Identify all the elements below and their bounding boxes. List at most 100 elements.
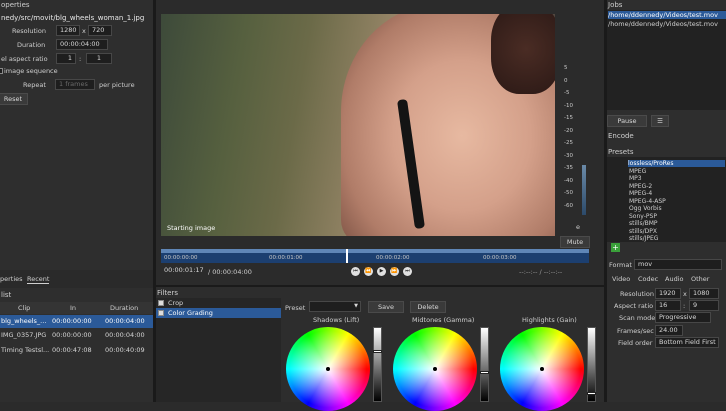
enc-aspect-b-field[interactable]: 9: [689, 300, 719, 311]
slider-handle[interactable]: [373, 350, 382, 353]
tab-codec[interactable]: Codec: [638, 275, 658, 283]
playlist-panel: list Clip In Duration blg_wheels_... 00:0…: [0, 288, 153, 402]
filter-checkbox[interactable]: [158, 300, 164, 306]
meter-tick: -35: [564, 165, 573, 171]
filter-item-color-grading[interactable]: Color Grading: [156, 308, 281, 318]
jobs-title: Jobs: [608, 1, 623, 9]
aspect-a-field[interactable]: 1: [56, 53, 76, 64]
add-preset-icon[interactable]: +: [611, 243, 620, 252]
tab-recent[interactable]: Recent: [27, 275, 50, 284]
resolution-label: Resolution: [12, 27, 46, 35]
meter-bar: [582, 165, 586, 215]
wheel-label-shadows: Shadows (Lift): [313, 316, 360, 324]
save-button[interactable]: Save: [368, 301, 404, 313]
resolution-width-field[interactable]: 1280: [56, 25, 80, 36]
preset-item[interactable]: Sony-PSP: [629, 213, 657, 220]
properties-panel: operties nedy/src/movit/blg_wheels_woman…: [0, 0, 153, 270]
field-order-label: Field order: [618, 339, 653, 347]
enc-res-w-field[interactable]: 1920: [655, 288, 681, 299]
playhead[interactable]: [346, 249, 348, 263]
fps-field[interactable]: 24.00: [655, 325, 683, 336]
reset-button[interactable]: Reset: [0, 93, 28, 105]
per-picture-label: per picture: [99, 81, 135, 89]
format-field[interactable]: mov: [634, 259, 722, 270]
photo-hair: [491, 14, 555, 94]
wheel-center-dot[interactable]: [433, 367, 437, 371]
jobs-menu-icon[interactable]: ☰: [651, 115, 669, 127]
meter-tick: -15: [564, 115, 573, 121]
repeat-field[interactable]: 1 frames: [55, 79, 95, 90]
slider-handle[interactable]: [587, 392, 596, 395]
duration-label: Duration: [17, 41, 46, 49]
aspect-b-field[interactable]: 1: [86, 53, 112, 64]
ruler-label: 00:00:00:00: [164, 255, 198, 261]
meter-tick: -10: [564, 102, 573, 109]
transport-controls: ⏮ ⏪ ▶ ⏩ ⏭: [351, 266, 421, 278]
total-time: / 00:00:04:00: [208, 268, 252, 276]
meter-tick: -5: [564, 90, 570, 96]
playlist-row[interactable]: blg_wheels_... 00:00:00:00 00:00:04:00: [0, 315, 153, 328]
enc-res-x: x: [683, 290, 687, 298]
skip-previous-icon[interactable]: ⏮: [351, 267, 360, 276]
enc-aspect-label: Aspect ratio: [614, 302, 654, 310]
preset-item[interactable]: MPEG: [629, 168, 646, 175]
color-wheel[interactable]: [500, 327, 584, 411]
filter-checkbox[interactable]: [158, 310, 164, 316]
image-sequence-checkbox[interactable]: [0, 68, 3, 74]
job-item[interactable]: /home/ddennedy/Videos/test.mov: [608, 11, 726, 19]
enc-aspect-a-field[interactable]: 16: [655, 300, 681, 311]
current-time-field[interactable]: 00:00:01:17: [161, 266, 205, 277]
enc-res-h-field[interactable]: 1080: [689, 288, 719, 299]
preset-item[interactable]: Ogg Vorbis: [629, 205, 662, 212]
wheel-center-dot[interactable]: [540, 367, 544, 371]
pause-button[interactable]: Pause: [607, 115, 647, 127]
preset-item[interactable]: MPEG-4: [629, 190, 652, 197]
skip-next-icon[interactable]: ⏭: [403, 267, 412, 276]
preset-item[interactable]: stills/DPX: [629, 228, 657, 235]
resolution-height-field[interactable]: 720: [88, 25, 112, 36]
playlist-header-in[interactable]: In: [70, 304, 76, 312]
file-path: nedy/src/movit/blg_wheels_woman_1.jpg: [1, 14, 145, 22]
preset-item[interactable]: stills/JPEG: [629, 235, 658, 242]
preset-item[interactable]: MP3: [629, 175, 642, 182]
job-item[interactable]: /home/ddennedy/Videos/test.mov: [608, 20, 718, 28]
filter-item-crop[interactable]: Crop: [156, 298, 281, 308]
tab-video[interactable]: Video: [612, 275, 630, 283]
luma-slider[interactable]: [480, 327, 489, 402]
field-order-select[interactable]: Bottom Field First: [655, 337, 719, 348]
luma-slider[interactable]: [373, 327, 382, 402]
fast-forward-icon[interactable]: ⏩: [390, 267, 399, 276]
rewind-icon[interactable]: ⏪: [364, 267, 373, 276]
tab-properties[interactable]: perties: [0, 275, 23, 283]
meter-tick: -60: [564, 202, 573, 209]
tab-audio[interactable]: Audio: [665, 275, 683, 283]
preset-item[interactable]: MPEG-2: [629, 183, 652, 190]
preset-item[interactable]: lossless/ProRes: [628, 160, 725, 167]
playlist-row[interactable]: Timing Testsl... 00:00:47:08 00:00:40:09: [0, 344, 153, 357]
playlist-row[interactable]: IMG_0357.JPG 00:00:00:00 00:00:04:00: [0, 329, 153, 342]
color-wheel[interactable]: [286, 327, 370, 411]
preset-item[interactable]: MPEG-4-ASP: [629, 198, 666, 205]
audio-meter: 5 0 -5 -10 -15 -20 -25 -30 -35 -40 -50 -60: [564, 65, 596, 220]
preset-item[interactable]: stills/BMP: [629, 220, 658, 227]
presets-list: lossless/ProRes MPEG MP3 MPEG-2 MPEG-4 MPEG-4…: [607, 157, 726, 242]
preset-select[interactable]: ▼: [309, 301, 361, 312]
playlist-header-clip[interactable]: Clip: [18, 304, 30, 312]
scan-mode-select[interactable]: Progressive: [655, 312, 711, 323]
duration-field[interactable]: 00:00:04:00: [56, 39, 108, 50]
playlist-header: Clip In Duration: [0, 302, 153, 314]
fps-label: Frames/sec: [617, 327, 654, 335]
tab-other[interactable]: Other: [691, 275, 709, 283]
video-frame[interactable]: Starting image: [161, 14, 555, 236]
luma-slider[interactable]: [587, 327, 596, 402]
wheel-center-dot[interactable]: [326, 367, 330, 371]
color-wheel[interactable]: [393, 327, 477, 411]
filters-panel: Filters Crop Color Grading Preset ▼ Save…: [156, 287, 604, 411]
mute-button[interactable]: Mute: [560, 236, 590, 248]
playlist-header-duration[interactable]: Duration: [110, 304, 138, 312]
format-label: Format: [609, 261, 632, 269]
delete-button[interactable]: Delete: [410, 301, 446, 313]
slider-handle[interactable]: [480, 371, 489, 374]
timeline-ruler[interactable]: 00:00:00:00 00:00:01:00 00:00:02:00 00:0…: [161, 249, 589, 263]
play-icon[interactable]: ▶: [377, 267, 386, 276]
